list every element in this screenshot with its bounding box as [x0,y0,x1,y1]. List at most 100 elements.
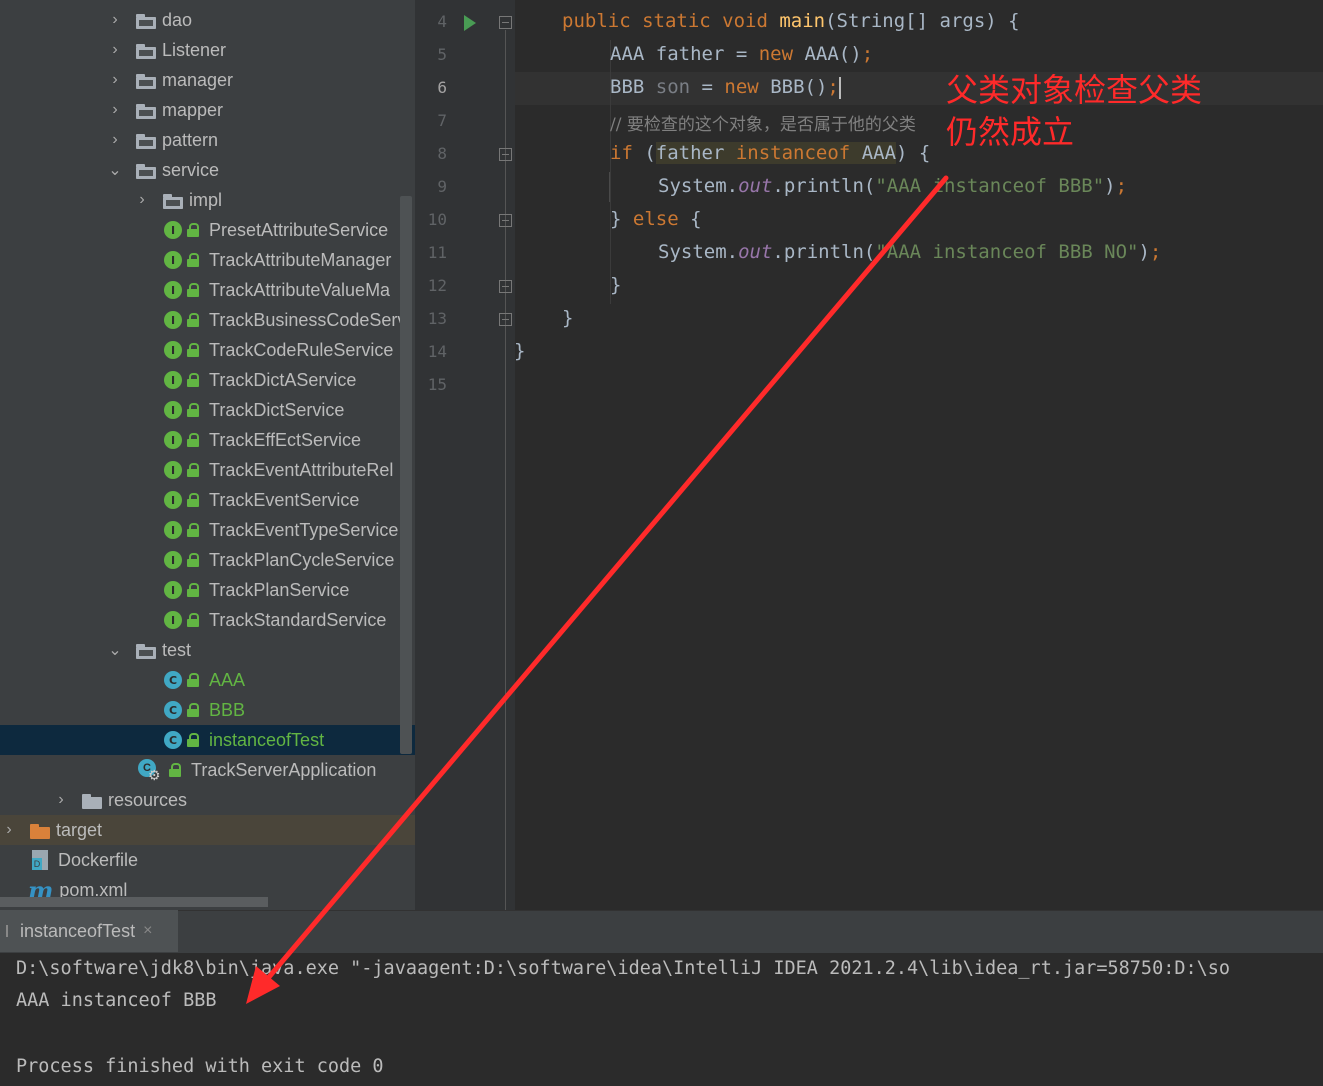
tree-item-listener[interactable]: › Listener [0,35,415,65]
tree-item-interface[interactable]: I TrackStandardService [0,605,415,635]
tree-item-label: resources [108,789,188,810]
tree-item-interface[interactable]: I TrackEffEctService [0,425,415,455]
tree-item-interface[interactable]: I PresetAttributeService [0,215,415,245]
chevron-right-icon[interactable]: › [2,821,16,839]
code-line-8: if (father instanceof AAA) { [610,142,930,164]
chevron-right-icon[interactable]: › [108,131,122,149]
code-token: .println( [772,175,876,197]
tree-item-resources[interactable]: › resources [0,785,415,815]
tree-item-interface[interactable]: I TrackPlanCycleService [0,545,415,575]
tree-item-interface[interactable]: I TrackDictService [0,395,415,425]
tree-item-service[interactable]: ⌄ service [0,155,415,185]
editor-gutter [415,0,515,910]
code-token: new [724,76,771,98]
code-token: } [562,307,574,329]
code-comment: // 要检查的这个对象，是否属于他的父类 [610,115,916,135]
fold-icon[interactable] [499,214,512,227]
tab-instanceoftest[interactable]: instanceofTest × [0,910,178,952]
tree-item-target[interactable]: › target [0,815,415,845]
tree-item-label: BBB [209,699,246,720]
line-number: 5 [437,45,447,64]
chevron-right-icon[interactable]: › [108,41,122,59]
chevron-right-icon[interactable]: › [108,11,122,29]
tree-item-label: TrackEventService [209,489,360,510]
package-folder-icon [136,163,156,179]
tree-item-interface[interactable]: I TrackAttributeManager [0,245,415,275]
tree-item-test[interactable]: ⌄ test [0,635,415,665]
fold-icon[interactable] [499,148,512,161]
code-token: AAA father = [610,43,759,65]
chevron-right-icon[interactable]: › [54,791,68,809]
tree-item-dao[interactable]: › dao [0,5,415,35]
tree-item-interface[interactable]: I TrackAttributeValueMa [0,275,415,305]
tree-item-label: TrackAttributeManager [209,249,392,270]
tree-item-label: impl [189,189,223,210]
tree-item-label: instanceofTest [209,729,325,750]
fold-icon[interactable] [499,16,512,29]
tree-item-mapper[interactable]: › mapper [0,95,415,125]
lock-icon [186,223,200,237]
tree-item-class-aaa[interactable]: C AAA [0,665,415,695]
lock-icon [168,763,182,777]
tree-item-label: TrackEventTypeService [209,519,399,540]
indent-guide [609,172,610,202]
code-token: instanceof [735,142,851,164]
interface-icon: I [164,491,182,509]
annotation-text-line2: 仍然成立 [946,113,1075,151]
tree-item-trackserverapplication[interactable]: TrackServerApplication [0,755,415,785]
close-icon[interactable]: × [143,922,152,940]
tree-item-class-bbb[interactable]: C BBB [0,695,415,725]
tree-item-impl[interactable]: › impl [0,185,415,215]
tree-item-manager[interactable]: › manager [0,65,415,95]
tree-item-label: PresetAttributeService [209,219,389,240]
code-token: out [738,175,773,197]
project-horizontal-scrollbar[interactable] [0,897,268,907]
package-folder-icon [163,193,183,209]
tree-item-label: TrackStandardService [209,609,387,630]
chevron-down-icon[interactable]: ⌄ [108,160,122,180]
interface-icon: I [164,431,182,449]
interface-icon: I [164,611,182,629]
lock-icon [186,403,200,417]
tree-item-interface[interactable]: I TrackCodeRuleService [0,335,415,365]
code-line-14: } [514,340,525,362]
tree-item-label: TrackPlanService [209,579,350,600]
line-number: 8 [437,144,447,163]
code-token: ) [1104,175,1116,197]
code-editor[interactable] [515,0,1323,910]
console-line: AAA instanceof BBB [16,990,217,1011]
chevron-down-icon[interactable]: ⌄ [108,640,122,660]
code-token: = [690,76,725,98]
resources-folder-icon [82,793,102,809]
code-token: } [610,274,622,296]
line-number: 6 [437,78,447,97]
tree-item-pattern[interactable]: › pattern [0,125,415,155]
code-token: "AAA instanceof BBB NO" [875,241,1139,263]
tree-item-interface[interactable]: I TrackEventService [0,485,415,515]
fold-icon[interactable] [499,313,512,326]
tree-item-interface[interactable]: I TrackBusinessCodeServ [0,305,415,335]
tree-item-interface[interactable]: I TrackEventAttributeRel [0,455,415,485]
tree-item-interface[interactable]: I TrackEventTypeService [0,515,415,545]
fold-icon[interactable] [499,280,512,293]
tree-item-label: TrackDictService [209,399,345,420]
run-gutter-icon[interactable] [464,15,476,31]
interface-icon: I [164,251,182,269]
tree-item-instanceoftest[interactable]: C instanceofTest [0,725,415,755]
gutter-divider [505,30,506,910]
lock-icon [186,733,200,747]
tree-item-label: TrackEffEctService [209,429,362,450]
code-line-6: BBB son = new BBB(); [610,76,841,99]
interface-icon: I [164,551,182,569]
tree-item-interface[interactable]: I TrackPlanService [0,575,415,605]
code-token: "AAA instanceof BBB" [875,175,1105,197]
interface-icon: I [164,581,182,599]
chevron-right-icon[interactable]: › [135,191,149,209]
tree-item-dockerfile[interactable]: Dockerfile [0,845,415,875]
project-vertical-scrollbar[interactable] [400,196,412,754]
tree-item-interface[interactable]: I TrackDictAService [0,365,415,395]
code-line-5: AAA father = new AAA(); [610,43,873,65]
package-folder-icon [136,13,156,29]
chevron-right-icon[interactable]: › [108,71,122,89]
chevron-right-icon[interactable]: › [108,101,122,119]
